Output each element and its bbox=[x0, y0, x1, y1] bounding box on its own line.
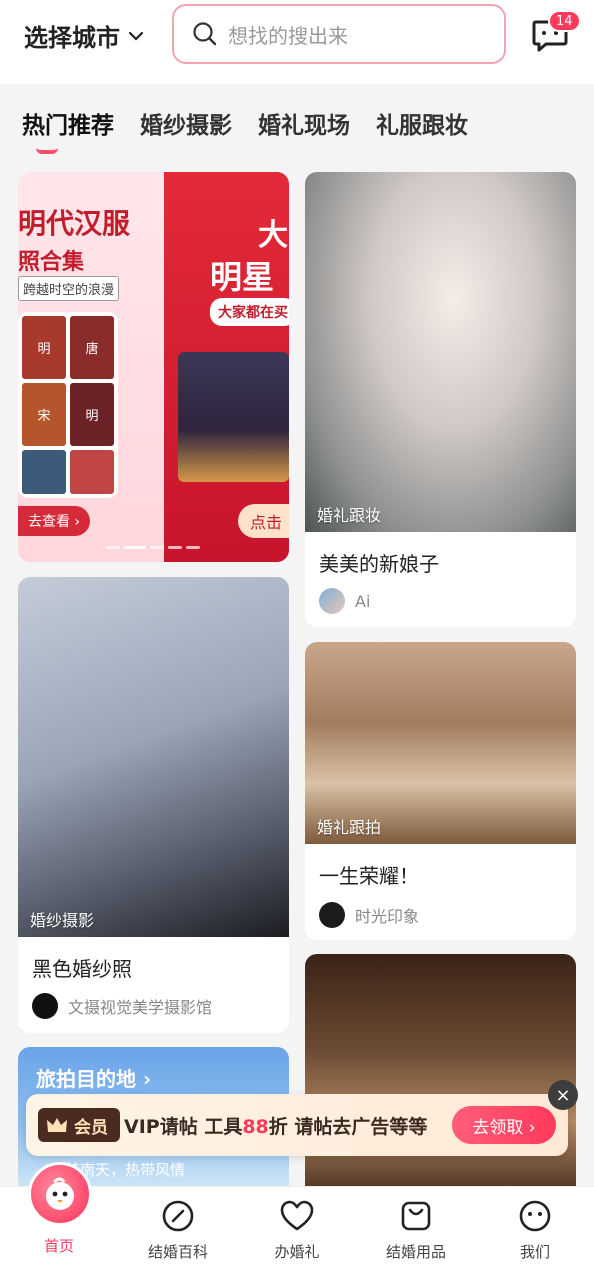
category-tabs: 热门推荐 婚纱摄影 婚礼现场 礼服跟妆 bbox=[22, 106, 468, 140]
tab-wedding-photo[interactable]: 婚纱摄影 bbox=[140, 106, 232, 140]
tab-dress-makeup[interactable]: 礼服跟妆 bbox=[376, 106, 468, 140]
carousel-dot bbox=[106, 546, 120, 549]
photo-tile: 明 bbox=[70, 383, 114, 446]
avatar bbox=[319, 902, 345, 928]
banner-left-title: 明代汉服 bbox=[18, 207, 131, 240]
nav-wedding[interactable]: 办婚礼 bbox=[252, 1199, 342, 1262]
card-tag: 婚礼跟拍 bbox=[317, 818, 382, 837]
shopping-bag-icon bbox=[401, 1201, 431, 1231]
photo-tile: 唐 bbox=[70, 316, 114, 379]
search-icon bbox=[193, 22, 217, 46]
home-bird-icon[interactable] bbox=[28, 1162, 92, 1226]
photo-tile: 宋 bbox=[22, 383, 66, 446]
card-author[interactable]: 时光印象 bbox=[319, 902, 419, 928]
card-tag: 婚礼跟妆 bbox=[317, 506, 382, 525]
search-placeholder: 想找的搜出来 bbox=[228, 23, 348, 48]
nav-encyclopedia[interactable]: 结婚百科 bbox=[133, 1199, 223, 1262]
card-title: 美美的新娘子 bbox=[319, 552, 439, 576]
feed-card-veil[interactable] bbox=[305, 954, 576, 1194]
promo-text-prefix: VIP请帖 工具 bbox=[124, 1116, 243, 1138]
city-label: 选择城市 bbox=[24, 24, 120, 52]
photo-tile bbox=[22, 450, 66, 494]
banner-left-panel: 明代汉服 照合集 跨越时空的浪漫 明 唐 宋 明 去查看 › bbox=[18, 172, 164, 562]
banner-view-button[interactable]: 去查看 › bbox=[18, 506, 90, 536]
nav-label: 办婚礼 bbox=[274, 1243, 320, 1261]
city-selector[interactable]: 选择城市 bbox=[24, 18, 144, 53]
card-title: 一生荣耀！ bbox=[319, 864, 419, 888]
smiley-icon bbox=[519, 1200, 551, 1232]
claim-button[interactable]: 去领取 › bbox=[452, 1106, 556, 1144]
vip-badge: 会员 bbox=[38, 1108, 120, 1142]
carousel-dot bbox=[150, 546, 164, 549]
card-tag: 婚纱摄影 bbox=[30, 911, 95, 930]
carousel-dot bbox=[168, 546, 182, 549]
banner-right-star: 明星 bbox=[210, 258, 275, 296]
top-bar: 选择城市 想找的搜出来 14 bbox=[0, 0, 594, 84]
avatar bbox=[319, 588, 345, 614]
bride-photo bbox=[305, 172, 576, 532]
nav-home[interactable]: 首页 bbox=[14, 1235, 104, 1256]
carousel-dot bbox=[124, 546, 146, 549]
avatar bbox=[32, 993, 58, 1019]
nav-label: 我们 bbox=[519, 1243, 550, 1261]
author-name: 时光印象 bbox=[355, 907, 420, 926]
promo-text: VIP请帖 工具88折 请帖去广告等等 bbox=[124, 1112, 427, 1139]
banner-right-big: 大 bbox=[258, 218, 288, 253]
close-icon[interactable]: × bbox=[548, 1080, 578, 1110]
banner-right-panel: 大 明星 大家都在买 点击 bbox=[164, 172, 289, 562]
carousel-dot bbox=[186, 546, 200, 549]
banner-right-label: 大家都在买 bbox=[210, 298, 289, 326]
nav-label: 首页 bbox=[43, 1237, 74, 1255]
vip-promo-bar[interactable]: 会员 VIP请帖 工具88折 请帖去广告等等 去领取 › bbox=[26, 1094, 568, 1156]
promo-banner[interactable]: 明代汉服 照合集 跨越时空的浪漫 明 唐 宋 明 去查看 › 大 明星 大家都在… bbox=[18, 172, 289, 562]
bird-face-icon bbox=[46, 1177, 74, 1210]
feed-panel: 热门推荐 婚纱摄影 婚礼现场 礼服跟妆 明代汉服 照合集 跨越时空的浪漫 明 唐… bbox=[0, 84, 594, 1194]
card-author[interactable]: 文摄视觉美学摄影馆 bbox=[32, 993, 212, 1019]
gift-image bbox=[178, 352, 289, 482]
feed-card-scene[interactable]: 婚礼跟拍 一生荣耀！ 时光印象 bbox=[305, 642, 576, 940]
nav-label: 结婚用品 bbox=[385, 1243, 446, 1261]
chevron-down-icon bbox=[128, 31, 144, 41]
promo-text-suffix: 折 请帖去广告等等 bbox=[268, 1116, 428, 1138]
carousel-dots bbox=[106, 546, 200, 549]
message-badge: 14 bbox=[548, 10, 581, 32]
active-tab-indicator bbox=[36, 148, 58, 154]
photo-tile bbox=[70, 450, 114, 494]
search-bar[interactable]: 想找的搜出来 bbox=[172, 4, 506, 64]
card-author[interactable]: Ai bbox=[319, 588, 370, 614]
crown-icon bbox=[47, 1118, 67, 1132]
tab-wedding-scene[interactable]: 婚礼现场 bbox=[258, 106, 350, 140]
card-title: 黑色婚纱照 bbox=[32, 957, 132, 981]
feed-card-couple[interactable]: 婚纱摄影 黑色婚纱照 文摄视觉美学摄影馆 bbox=[18, 577, 289, 1033]
veil-photo bbox=[305, 954, 576, 1194]
author-name: 文摄视觉美学摄影馆 bbox=[68, 998, 213, 1017]
compass-icon bbox=[162, 1200, 194, 1232]
banner-left-tag: 跨越时空的浪漫 bbox=[18, 276, 120, 301]
nav-label: 结婚百科 bbox=[147, 1243, 208, 1261]
nav-me[interactable]: 我们 bbox=[490, 1199, 580, 1262]
banner-photo-grid: 明 唐 宋 明 bbox=[18, 312, 118, 498]
author-name: Ai bbox=[355, 591, 371, 611]
banner-click-button[interactable]: 点击 bbox=[238, 504, 289, 538]
couple-photo bbox=[18, 577, 289, 937]
banner-left-subtitle: 照合集 bbox=[18, 250, 85, 275]
nav-shop[interactable]: 结婚用品 bbox=[371, 1199, 461, 1262]
tab-hot[interactable]: 热门推荐 bbox=[22, 106, 114, 140]
photo-tile: 明 bbox=[22, 316, 66, 379]
travel-title: 旅拍目的地 › bbox=[36, 1067, 152, 1091]
feed-card-bride[interactable]: 婚礼跟妆 美美的新娘子 Ai bbox=[305, 172, 576, 627]
promo-discount: 88 bbox=[242, 1116, 269, 1138]
vip-label: 会员 bbox=[74, 1117, 108, 1138]
heart-icon bbox=[280, 1200, 314, 1231]
